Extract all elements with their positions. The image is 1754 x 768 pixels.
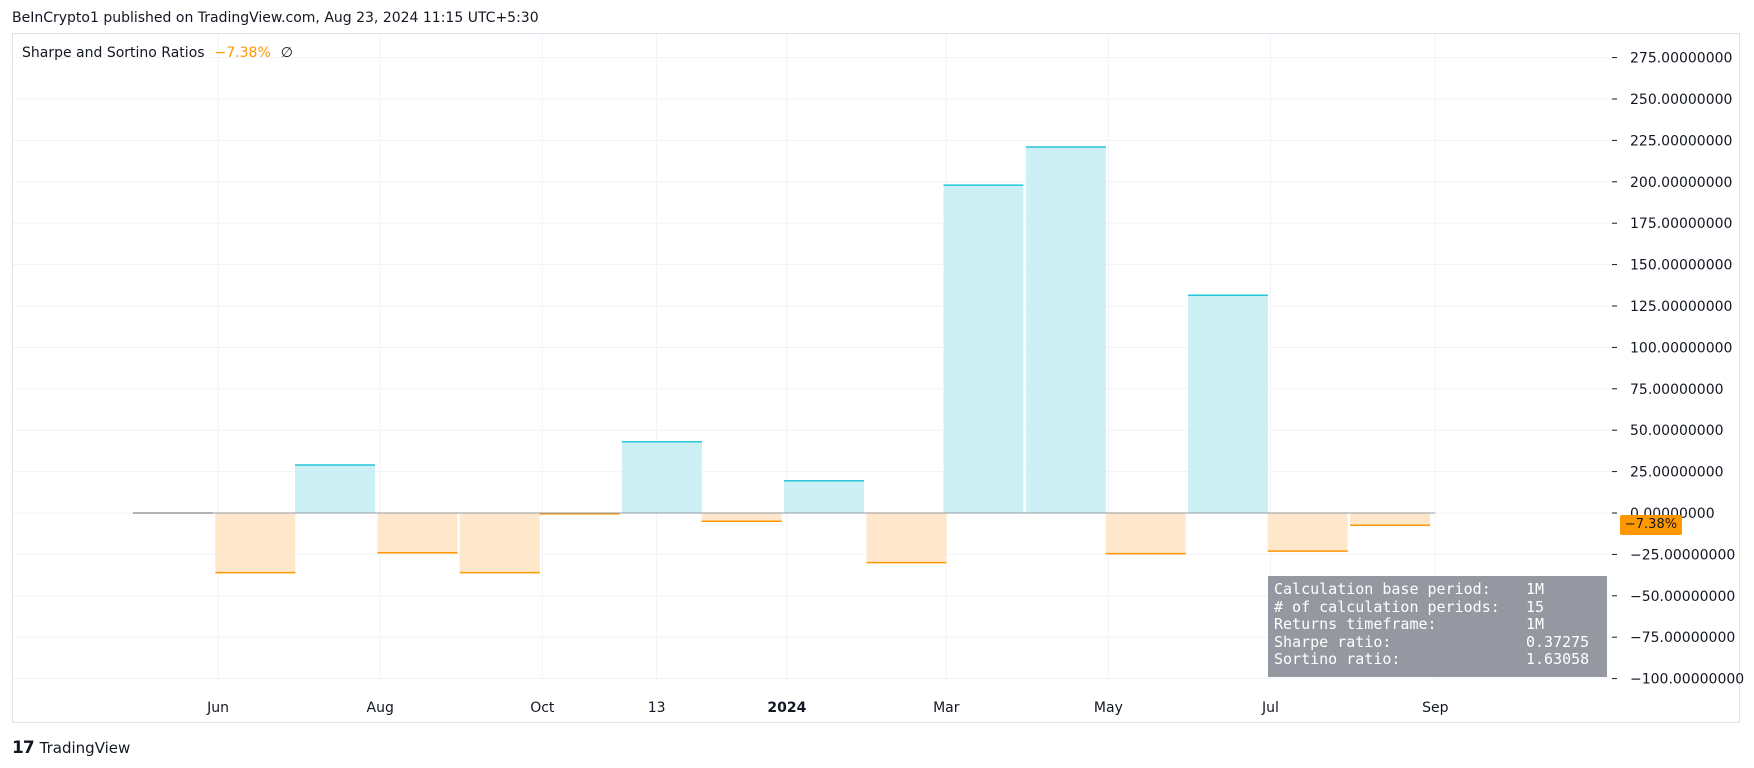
y-tick-label: 125.00000000 (1630, 299, 1732, 315)
y-tick-label: −75.00000000 (1630, 630, 1735, 646)
negative-bar (377, 513, 458, 553)
info-label: # of calculation periods: (1274, 597, 1500, 616)
y-tick-label: −50.00000000 (1630, 589, 1735, 605)
x-tick-label: 2024 (767, 700, 806, 716)
positive-bar (943, 185, 1024, 513)
x-tick-label: Sep (1422, 700, 1449, 716)
chart-legend[interactable]: Sharpe and Sortino Ratios −7.38% ∅ (22, 45, 293, 61)
positive-bar (1025, 147, 1106, 514)
info-value: 1M (1526, 580, 1545, 598)
negative-bar (1267, 513, 1348, 552)
info-value: 1.63058 (1526, 650, 1590, 668)
legend-empty-set-icon[interactable]: ∅ (281, 45, 293, 61)
y-tick-label: 275.00000000 (1630, 51, 1732, 67)
legend-title[interactable]: Sharpe and Sortino Ratios (22, 45, 205, 61)
y-tick-label: −25.00000000 (1630, 547, 1735, 563)
info-label: Sharpe ratio: (1274, 632, 1392, 651)
y-tick-label: 50.00000000 (1630, 423, 1724, 439)
x-tick-label: 13 (648, 700, 666, 716)
x-tick-label: Jun (206, 700, 229, 716)
positive-bar (784, 480, 865, 513)
x-tick-label: Mar (933, 700, 960, 716)
info-label: Sortino ratio: (1274, 650, 1401, 668)
info-label: Returns timeframe: (1274, 615, 1437, 633)
y-tick-label: 150.00000000 (1630, 258, 1732, 274)
x-tick-label: Jul (1261, 700, 1279, 716)
x-tick-label: Oct (530, 700, 555, 716)
negative-bar (701, 513, 782, 522)
legend-value: −7.38% (214, 45, 271, 61)
x-tick-label: May (1094, 700, 1123, 716)
positive-bar (295, 464, 376, 513)
info-row-base-period: Calculation base period: 1M (1274, 580, 1601, 599)
info-row-sortino: Sortino ratio: 1.63058 (1274, 650, 1601, 669)
x-tick-label: Aug (367, 700, 394, 716)
info-value: 0.37275 (1526, 632, 1590, 651)
info-row-periods: # of calculation periods: 15 (1274, 597, 1601, 617)
info-value: 15 (1526, 597, 1545, 616)
negative-bar (1350, 513, 1431, 526)
y-tick-label: 250.00000000 (1630, 92, 1732, 108)
y-tick-label: 100.00000000 (1630, 340, 1732, 356)
y-tick-label: 175.00000000 (1630, 216, 1732, 232)
info-row-timeframe: Returns timeframe: 1M (1274, 615, 1601, 634)
footer-brand[interactable]: 17 TradingView (12, 738, 130, 758)
negative-bar (866, 513, 947, 563)
negative-bar (459, 513, 540, 573)
info-row-sharpe: Sharpe ratio: 0.37275 (1274, 632, 1601, 652)
y-tick-label: −100.00000000 (1630, 672, 1744, 688)
y-tick-label: 75.00000000 (1630, 382, 1724, 398)
y-tick-label: 25.00000000 (1630, 465, 1724, 481)
negative-bar (215, 513, 296, 573)
brand-name[interactable]: TradingView (40, 739, 131, 757)
stats-info-box: Calculation base period: 1M # of calculat… (1268, 576, 1607, 677)
y-tick-label: 200.00000000 (1630, 175, 1732, 191)
current-value-tag: −7.38% (1620, 515, 1682, 535)
tradingview-logo-icon[interactable]: 17 (12, 738, 35, 758)
negative-bar (1105, 513, 1186, 554)
positive-bar (1187, 295, 1268, 513)
y-tick-label: 225.00000000 (1630, 133, 1732, 149)
info-value: 1M (1526, 615, 1545, 633)
info-label: Calculation base period: (1274, 580, 1491, 598)
positive-bar (621, 441, 702, 513)
